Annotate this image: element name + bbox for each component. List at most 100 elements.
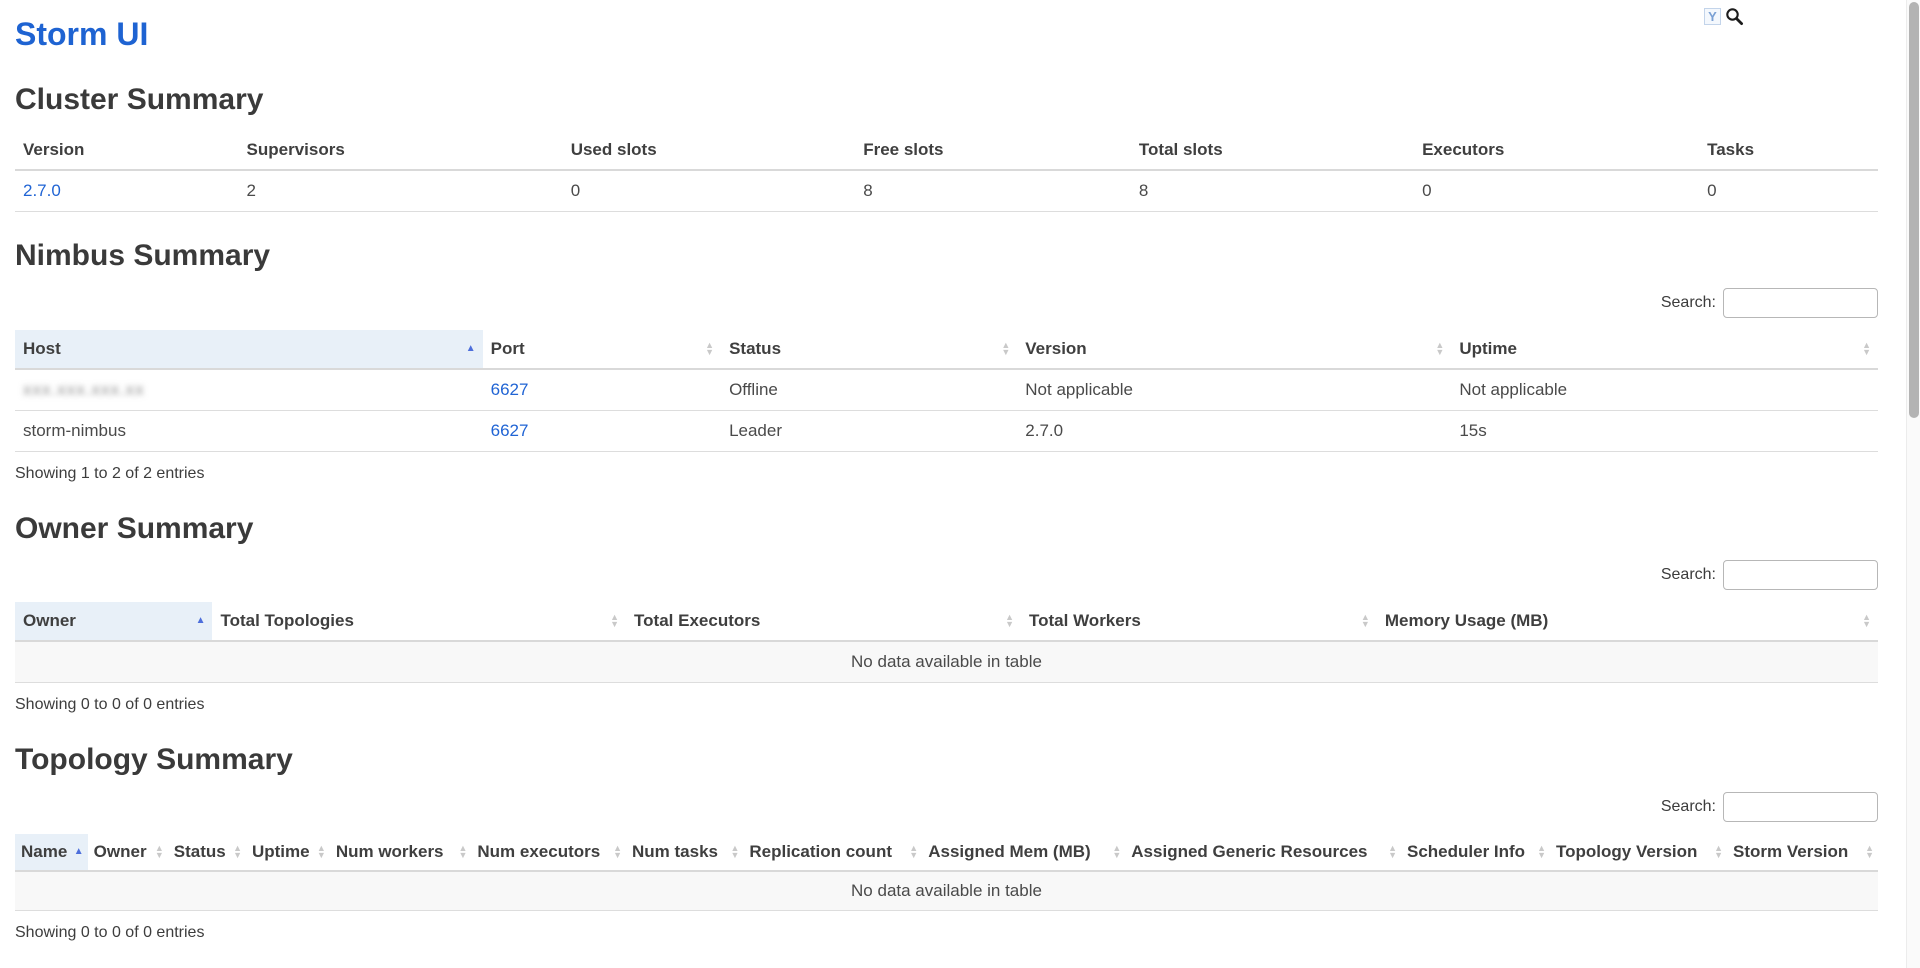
col-owner[interactable]: Owner ▲ — [15, 602, 212, 641]
col-total-topologies[interactable]: Total Topologies ▲▼ — [212, 602, 626, 641]
sort-asc-icon: ▲ — [196, 616, 206, 626]
col-num-executors[interactable]: Num executors ▲▼ — [471, 834, 626, 871]
col-assigned-generic-resources[interactable]: Assigned Generic Resources ▲▼ — [1125, 834, 1401, 871]
empty-table-message: No data available in table — [15, 641, 1878, 683]
nimbus-search-input[interactable] — [1723, 288, 1878, 318]
topology-search-label: Search: — [1661, 798, 1716, 816]
owner-table-info: Showing 0 to 0 of 0 entries — [15, 683, 1878, 716]
topology-empty-row: No data available in table — [15, 871, 1878, 911]
col-num-tasks[interactable]: Num tasks ▲▼ — [626, 834, 743, 871]
y-badge-icon[interactable]: Y — [1704, 8, 1721, 25]
nimbus-summary-table: Host ▲ Port ▲▼ Status ▲▼ Version ▲▼ Upti… — [15, 330, 1878, 452]
sort-icon: ▲▼ — [317, 845, 326, 859]
total-slots-value: 8 — [1131, 170, 1414, 212]
col-assigned-mem[interactable]: Assigned Mem (MB) ▲▼ — [922, 834, 1125, 871]
sort-icon: ▲▼ — [1865, 845, 1874, 859]
scrollbar[interactable] — [1906, 0, 1920, 968]
search-icon[interactable] — [1725, 7, 1744, 26]
scrollbar-thumb[interactable] — [1909, 2, 1919, 418]
sort-icon: ▲▼ — [1435, 342, 1444, 356]
sort-icon: ▲▼ — [458, 845, 467, 859]
col-port[interactable]: Port ▲▼ — [483, 330, 721, 369]
col-host[interactable]: Host ▲ — [15, 330, 483, 369]
owner-empty-row: No data available in table — [15, 641, 1878, 683]
version-link[interactable]: 2.7.0 — [23, 181, 61, 200]
owner-search-input[interactable] — [1723, 560, 1878, 590]
nimbus-header-row: Host ▲ Port ▲▼ Status ▲▼ Version ▲▼ Upti… — [15, 330, 1878, 369]
col-memory-usage[interactable]: Memory Usage (MB) ▲▼ — [1377, 602, 1878, 641]
nimbus-row: xxx.xxx.xxx.xx 6627 Offline Not applicab… — [15, 369, 1878, 411]
executors-value: 0 — [1414, 170, 1699, 212]
owner-header-row: Owner ▲ Total Topologies ▲▼ Total Execut… — [15, 602, 1878, 641]
col-scheduler-info[interactable]: Scheduler Info ▲▼ — [1401, 834, 1550, 871]
cluster-summary-table: Version Supervisors Used slots Free slot… — [15, 131, 1878, 212]
owner-summary-table: Owner ▲ Total Topologies ▲▼ Total Execut… — [15, 602, 1878, 683]
sort-icon: ▲▼ — [1388, 845, 1397, 859]
col-executors: Executors — [1414, 131, 1699, 170]
col-storm-version[interactable]: Storm Version ▲▼ — [1727, 834, 1878, 871]
topbar-icons: Y — [1704, 7, 1744, 26]
port-link[interactable]: 6627 — [491, 421, 529, 440]
col-total-workers[interactable]: Total Workers ▲▼ — [1021, 602, 1377, 641]
col-topo-owner[interactable]: Owner ▲▼ — [88, 834, 168, 871]
col-num-workers[interactable]: Num workers ▲▼ — [330, 834, 472, 871]
version-value: 2.7.0 — [1017, 410, 1451, 451]
free-slots-value: 8 — [855, 170, 1131, 212]
sort-icon: ▲▼ — [730, 845, 739, 859]
sort-icon: ▲▼ — [613, 845, 622, 859]
nimbus-table-info: Showing 1 to 2 of 2 entries — [15, 452, 1878, 485]
nimbus-summary-heading: Nimbus Summary — [15, 239, 1878, 274]
col-topo-status[interactable]: Status ▲▼ — [168, 834, 246, 871]
col-nimbus-version[interactable]: Version ▲▼ — [1017, 330, 1451, 369]
sort-icon: ▲▼ — [1112, 845, 1121, 859]
sort-icon: ▲▼ — [610, 614, 619, 628]
sort-icon: ▲▼ — [1361, 614, 1370, 628]
host-value: storm-nimbus — [15, 410, 483, 451]
col-used-slots: Used slots — [563, 131, 855, 170]
col-topology-version[interactable]: Topology Version ▲▼ — [1550, 834, 1727, 871]
sort-asc-icon: ▲ — [466, 344, 476, 354]
col-name[interactable]: Name ▲ — [15, 834, 88, 871]
used-slots-value: 0 — [563, 170, 855, 212]
col-total-slots: Total slots — [1131, 131, 1414, 170]
topology-search-input[interactable] — [1723, 792, 1878, 822]
sort-icon: ▲▼ — [909, 845, 918, 859]
sort-icon: ▲▼ — [1862, 342, 1871, 356]
sort-asc-icon: ▲ — [74, 847, 84, 857]
status-value: Offline — [721, 369, 1017, 411]
col-topo-uptime[interactable]: Uptime ▲▼ — [246, 834, 330, 871]
uptime-value: 15s — [1451, 410, 1878, 451]
cluster-summary-heading: Cluster Summary — [15, 83, 1878, 118]
nimbus-search-bar: Search: — [15, 288, 1878, 318]
sort-icon: ▲▼ — [155, 845, 164, 859]
owner-search-label: Search: — [1661, 566, 1716, 584]
cluster-data-row: 2.7.0 2 0 8 8 0 0 — [15, 170, 1878, 212]
page-title[interactable]: Storm UI — [15, 14, 1878, 56]
col-free-slots: Free slots — [855, 131, 1131, 170]
topology-summary-heading: Topology Summary — [15, 743, 1878, 778]
col-supervisors: Supervisors — [239, 131, 563, 170]
col-tasks: Tasks — [1699, 131, 1878, 170]
nimbus-search-label: Search: — [1661, 294, 1716, 312]
uptime-value: Not applicable — [1451, 369, 1878, 411]
col-replication-count[interactable]: Replication count ▲▼ — [743, 834, 922, 871]
topology-search-bar: Search: — [15, 792, 1878, 822]
topology-summary-table: Name ▲ Owner ▲▼ Status ▲▼ Uptime ▲▼ Num … — [15, 834, 1878, 911]
tasks-value: 0 — [1699, 170, 1878, 212]
status-value: Leader — [721, 410, 1017, 451]
sort-icon: ▲▼ — [705, 342, 714, 356]
cluster-header-row: Version Supervisors Used slots Free slot… — [15, 131, 1878, 170]
sort-icon: ▲▼ — [233, 845, 242, 859]
col-uptime[interactable]: Uptime ▲▼ — [1451, 330, 1878, 369]
empty-table-message: No data available in table — [15, 871, 1878, 911]
nimbus-row: storm-nimbus 6627 Leader 2.7.0 15s — [15, 410, 1878, 451]
supervisors-value: 2 — [239, 170, 563, 212]
topology-table-info: Showing 0 to 0 of 0 entries — [15, 911, 1878, 944]
sort-icon: ▲▼ — [1005, 614, 1014, 628]
owner-summary-heading: Owner Summary — [15, 512, 1878, 547]
col-total-executors[interactable]: Total Executors ▲▼ — [626, 602, 1021, 641]
col-status[interactable]: Status ▲▼ — [721, 330, 1017, 369]
port-link[interactable]: 6627 — [491, 380, 529, 399]
owner-search-bar: Search: — [15, 560, 1878, 590]
col-version: Version — [15, 131, 239, 170]
